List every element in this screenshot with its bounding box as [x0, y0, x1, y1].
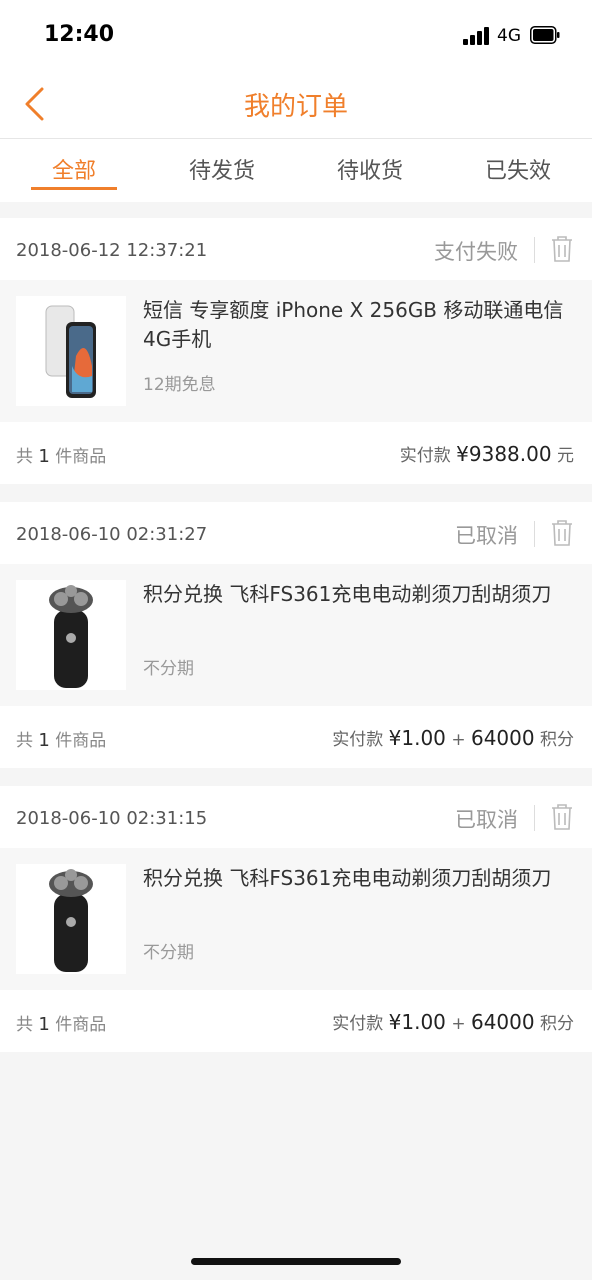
item-count-suffix: 件商品 — [55, 447, 107, 467]
order-footer: 共 1 件商品 实付款 ¥9388.00 元 — [0, 422, 592, 484]
paid-total: 实付款 ¥9388.00 元 — [400, 441, 574, 466]
paid-unit: 积分 — [540, 730, 574, 750]
divider — [534, 521, 535, 547]
installment-info: 12期免息 — [143, 375, 216, 395]
paid-total: 实付款 ¥1.00 + 64000 积分 — [332, 1009, 574, 1034]
page-title: 我的订单 — [243, 92, 348, 122]
nav-bar: 我的订单 — [0, 70, 592, 139]
item-count-prefix: 共 — [16, 1015, 33, 1035]
order-card[interactable]: 2018-06-10 02:31:27 已取消 积分兑换 飞科FS361充电电动… — [0, 502, 592, 768]
item-count-prefix: 共 — [16, 731, 33, 751]
item-count: 共 1 件商品 — [16, 1010, 106, 1035]
active-tab-indicator — [31, 187, 117, 190]
item-count-suffix: 件商品 — [55, 1015, 107, 1035]
product-image — [16, 296, 126, 406]
paid-unit: 元 — [557, 446, 574, 466]
order-footer: 共 1 件商品 实付款 ¥1.00 + 64000 积分 — [0, 706, 592, 768]
order-footer: 共 1 件商品 实付款 ¥1.00 + 64000 积分 — [0, 990, 592, 1052]
paid-points: 64000 — [470, 1010, 535, 1034]
product-name: 短信 专享额度 iPhone X 256GB 移动联通电信4G手机 — [143, 298, 564, 351]
trash-icon[interactable] — [550, 519, 574, 547]
order-card[interactable]: 2018-06-10 02:31:15 已取消 积分兑换 飞科FS361充电电动… — [0, 786, 592, 1052]
divider — [534, 237, 535, 263]
item-count-suffix: 件商品 — [55, 731, 107, 751]
paid-points: 64000 — [470, 726, 535, 750]
order-header: 2018-06-10 02:31:27 已取消 — [0, 502, 592, 564]
order-card[interactable]: 2018-06-12 12:37:21 支付失败 短信 专享额度 iPhone … — [0, 218, 592, 484]
item-count: 共 1 件商品 — [16, 442, 106, 467]
order-tabs: 全部 待发货 待收货 已失效 — [0, 139, 592, 202]
network-type: 4G — [497, 26, 521, 46]
order-status: 已取消 — [455, 524, 518, 548]
product-image — [16, 580, 126, 690]
status-time: 12:40 — [44, 22, 115, 47]
trash-icon[interactable] — [550, 803, 574, 831]
paid-amount: ¥9388.00 — [456, 442, 552, 466]
battery-icon — [530, 26, 560, 44]
product-image — [16, 864, 126, 974]
item-count-number: 1 — [38, 446, 50, 467]
installment-info: 不分期 — [143, 659, 194, 679]
order-status: 支付失败 — [434, 240, 518, 264]
trash-icon[interactable] — [550, 235, 574, 263]
paid-unit: 积分 — [540, 1014, 574, 1034]
paid-total: 实付款 ¥1.00 + 64000 积分 — [332, 725, 574, 750]
order-product[interactable]: 积分兑换 飞科FS361充电电动剃须刀刮胡须刀 不分期 — [0, 848, 592, 990]
order-datetime: 2018-06-10 02:31:15 — [16, 808, 208, 829]
tab-pending-shipment[interactable]: 待发货 — [148, 153, 296, 185]
order-product[interactable]: 积分兑换 飞科FS361充电电动剃须刀刮胡须刀 不分期 — [0, 564, 592, 706]
order-header: 2018-06-10 02:31:15 已取消 — [0, 786, 592, 848]
order-status: 已取消 — [455, 808, 518, 832]
paid-plus: + — [451, 730, 466, 750]
tab-pending-receipt[interactable]: 待收货 — [296, 153, 444, 185]
paid-label: 实付款 — [399, 446, 451, 466]
paid-plus: + — [451, 1014, 466, 1034]
item-count-number: 1 — [38, 1014, 50, 1035]
signal-icon — [463, 27, 489, 45]
product-name: 积分兑换 飞科FS361充电电动剃须刀刮胡须刀 — [143, 582, 552, 606]
order-datetime: 2018-06-10 02:31:27 — [16, 524, 208, 545]
item-count-prefix: 共 — [16, 447, 33, 467]
order-header: 2018-06-12 12:37:21 支付失败 — [0, 218, 592, 280]
home-indicator[interactable] — [191, 1258, 401, 1265]
item-count: 共 1 件商品 — [16, 726, 106, 751]
tab-expired[interactable]: 已失效 — [444, 153, 592, 185]
product-name: 积分兑换 飞科FS361充电电动剃须刀刮胡须刀 — [143, 866, 552, 890]
paid-amount: ¥1.00 — [388, 1010, 446, 1034]
paid-amount: ¥1.00 — [388, 726, 446, 750]
installment-info: 不分期 — [143, 943, 194, 963]
order-datetime: 2018-06-12 12:37:21 — [16, 240, 208, 261]
item-count-number: 1 — [38, 730, 50, 751]
paid-label: 实付款 — [332, 1014, 384, 1034]
status-bar: 12:40 4G — [0, 0, 592, 70]
order-product[interactable]: 短信 专享额度 iPhone X 256GB 移动联通电信4G手机 12期免息 — [0, 280, 592, 422]
divider — [534, 805, 535, 831]
paid-label: 实付款 — [332, 730, 384, 750]
tab-all[interactable]: 全部 — [0, 153, 148, 185]
